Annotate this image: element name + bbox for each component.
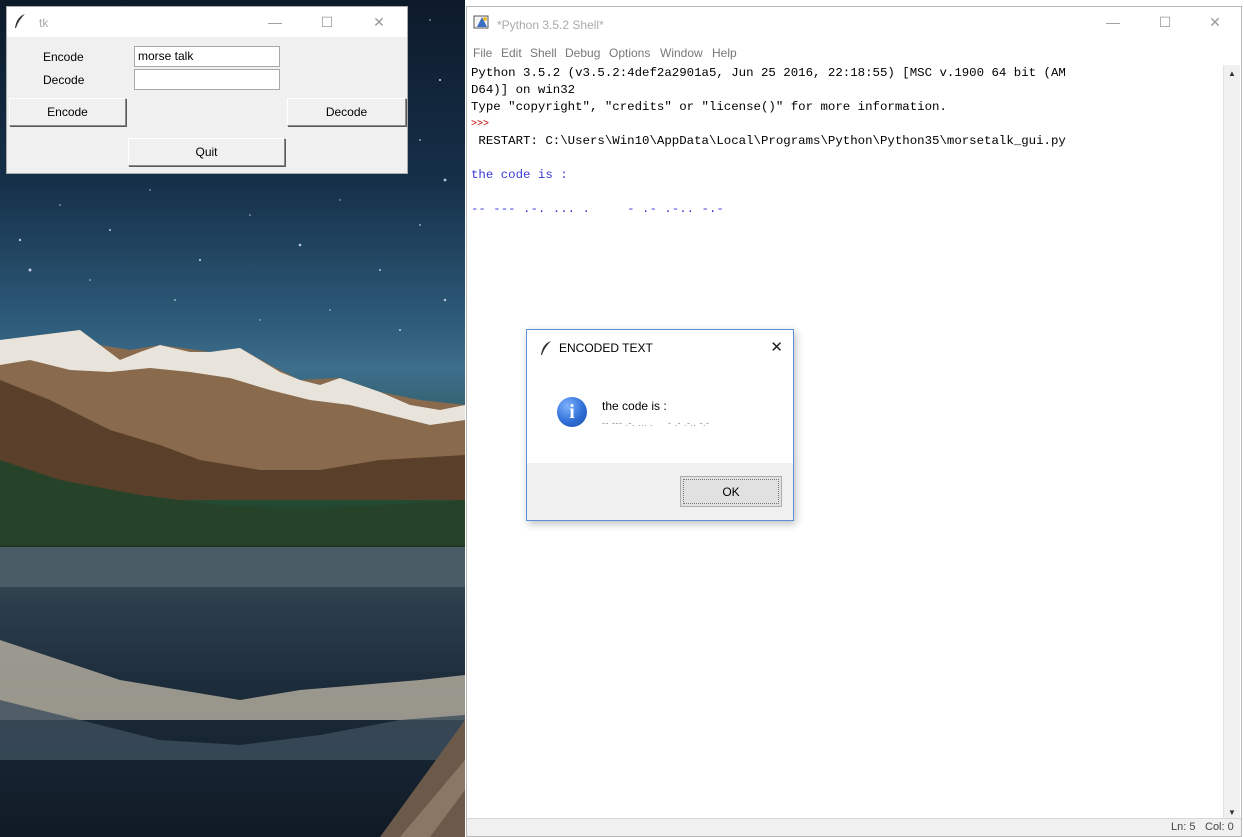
shell-minimize-button[interactable]: — [1095, 10, 1131, 34]
shell-line-platform: D64)] on win32 [471, 83, 576, 97]
tk-feather-icon [15, 14, 25, 28]
shell-maximize-button[interactable]: ☐ [1147, 10, 1183, 34]
shell-line-restart: RESTART: C:\Users\Win10\AppData\Local\Pr… [471, 134, 1066, 148]
menu-file[interactable]: File [473, 46, 492, 60]
shell-titlebar[interactable]: *Python 3.5.2 Shell* — ☐ ✕ [467, 7, 1241, 41]
dialog-message: the code is : [602, 399, 667, 413]
shell-line-version: Python 3.5.2 (v3.5.2:4def2a2901a5, Jun 2… [471, 66, 1066, 80]
dialog-feather-icon [541, 341, 551, 355]
menu-options[interactable]: Options [609, 46, 650, 60]
menu-debug[interactable]: Debug [565, 46, 600, 60]
menu-help[interactable]: Help [712, 46, 737, 60]
encode-button[interactable]: Encode [9, 98, 126, 126]
encode-label: Encode [43, 50, 84, 64]
status-col: Col: 0 [1205, 821, 1234, 833]
decode-input[interactable] [134, 69, 280, 90]
menu-edit[interactable]: Edit [501, 46, 522, 60]
shell-title: *Python 3.5.2 Shell* [497, 18, 604, 32]
shell-output-morse: -- --- .-. ... . - .- .-.. -.- [471, 202, 724, 216]
shell-line-copyright: Type "copyright", "credits" or "license(… [471, 100, 947, 114]
shell-close-button[interactable]: ✕ [1197, 10, 1233, 34]
status-line: Ln: 5 [1171, 821, 1196, 833]
idle-app-icon [473, 15, 489, 29]
tk-minimize-button[interactable]: — [257, 10, 293, 34]
info-icon: i [557, 397, 587, 427]
shell-scrollbar[interactable]: ▲ ▼ [1223, 65, 1240, 821]
tk-close-button[interactable]: ✕ [361, 10, 397, 34]
encode-input[interactable]: morse talk [134, 46, 280, 67]
shell-statusbar: Ln: 5 Col: 0 [467, 818, 1241, 836]
dialog-footer: OK [527, 463, 793, 520]
scroll-up-icon[interactable]: ▲ [1224, 65, 1240, 82]
tk-title: tk [39, 16, 49, 30]
shell-prompt: >>> [471, 119, 490, 130]
decode-button[interactable]: Decode [287, 98, 406, 126]
tk-window: tk — ☐ ✕ Encode morse talk Decode Encode… [6, 6, 408, 174]
menu-shell[interactable]: Shell [530, 46, 557, 60]
shell-menubar: File Edit Shell Debug Options Window Hel… [467, 43, 1241, 63]
tk-maximize-button[interactable]: ☐ [309, 10, 345, 34]
ok-button[interactable]: OK [680, 476, 782, 507]
quit-button[interactable]: Quit [128, 138, 285, 166]
dialog-close-icon[interactable]: ✕ [770, 338, 783, 356]
encoded-text-dialog: ENCODED TEXT ✕ i the code is : -- --- .-… [526, 329, 794, 521]
tk-titlebar[interactable]: tk — ☐ ✕ [7, 7, 407, 37]
dialog-morse-text: -- --- .-. ... . - .- .-.. -.- [602, 418, 710, 428]
shell-output-label: the code is : [471, 168, 568, 182]
menu-window[interactable]: Window [660, 46, 703, 60]
dialog-title: ENCODED TEXT [559, 341, 653, 355]
decode-label: Decode [43, 73, 85, 87]
